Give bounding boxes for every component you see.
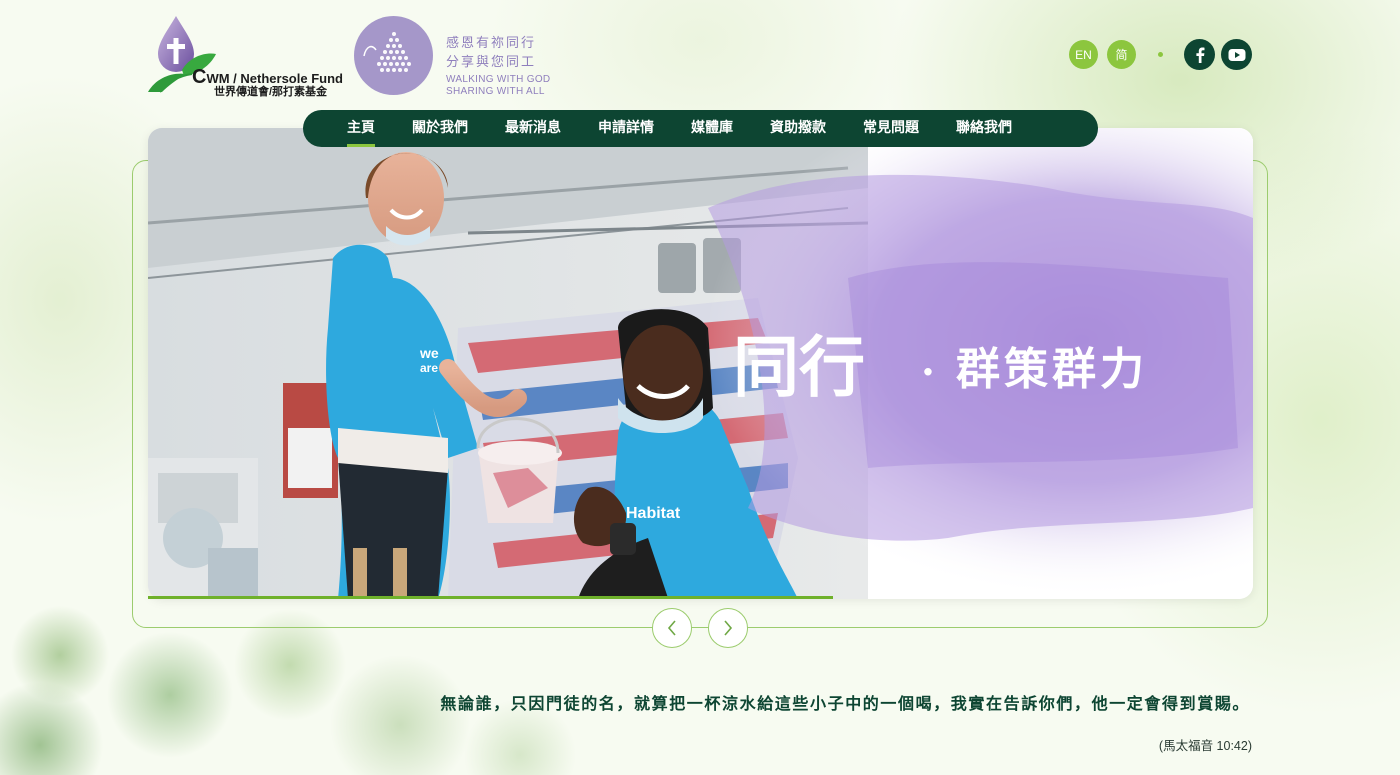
hero-image: 同行 · 群策群力 we are Habitat bbox=[148, 128, 1253, 599]
hero-headline-rest: 群策群力 bbox=[956, 344, 1148, 395]
water-drops-icon bbox=[363, 32, 411, 72]
drops-emblem bbox=[354, 16, 433, 95]
youtube-icon bbox=[1228, 48, 1245, 61]
hero-headline-dot: · bbox=[921, 349, 935, 396]
separator-dot bbox=[1158, 52, 1163, 57]
nav-item-grants[interactable]: 資助撥款 bbox=[770, 110, 826, 147]
nav-item-about[interactable]: 關於我們 bbox=[412, 110, 468, 147]
hero-slide[interactable]: 同行 · 群策群力 we are Habitat bbox=[148, 128, 1253, 599]
brand-name-zh: 世界傳道會/那打素基金 bbox=[214, 86, 328, 98]
facebook-button[interactable] bbox=[1184, 39, 1215, 70]
nav-item-faq[interactable]: 常見問題 bbox=[863, 110, 919, 147]
shirt-text-are: are bbox=[420, 361, 438, 375]
youtube-button[interactable] bbox=[1221, 39, 1252, 70]
walking-with-god-logo: 感恩有祢同行 分享與您同工 WALKING WITH GOD SHARING W… bbox=[354, 16, 554, 98]
hero-headline-big: 同行 bbox=[733, 328, 865, 406]
prev-slide-button[interactable] bbox=[652, 608, 692, 648]
slogan-en: WALKING WITH GOD SHARING WITH ALL bbox=[446, 74, 551, 97]
chevron-right-icon bbox=[724, 620, 733, 636]
slogan-zh: 感恩有祢同行 分享與您同工 bbox=[446, 36, 537, 70]
next-slide-button[interactable] bbox=[708, 608, 748, 648]
shirt-text-habitat: Habitat bbox=[626, 505, 681, 522]
chevron-left-icon bbox=[667, 620, 676, 636]
nav-item-apply[interactable]: 申請詳情 bbox=[598, 110, 654, 147]
bible-citation: (馬太福音 10:42) bbox=[1158, 739, 1252, 753]
facebook-icon bbox=[1195, 47, 1204, 63]
nav-item-news[interactable]: 最新消息 bbox=[505, 110, 561, 147]
slide-progress-bar bbox=[148, 596, 833, 599]
nav-item-home[interactable]: 主頁 bbox=[347, 110, 375, 147]
shirt-text-we: we bbox=[419, 345, 439, 361]
nav-item-contact[interactable]: 聯絡我們 bbox=[956, 110, 1012, 147]
bible-quote: 無論誰，只因門徒的名，就算把一杯涼水給這些小子中的一個喝，我實在告訴你們，他一定… bbox=[440, 694, 1250, 713]
lang-sc-button[interactable]: 简 bbox=[1107, 40, 1136, 69]
main-nav: 主頁 關於我們 最新消息 申請詳情 媒體庫 資助撥款 常見問題 聯絡我們 bbox=[303, 110, 1098, 147]
cwm-nethersole-logo[interactable]: CWM / Nethersole Fund 世界傳道會/那打素基金 bbox=[146, 14, 343, 98]
lang-en-button[interactable]: EN bbox=[1069, 40, 1098, 69]
nav-item-media[interactable]: 媒體庫 bbox=[691, 110, 733, 147]
